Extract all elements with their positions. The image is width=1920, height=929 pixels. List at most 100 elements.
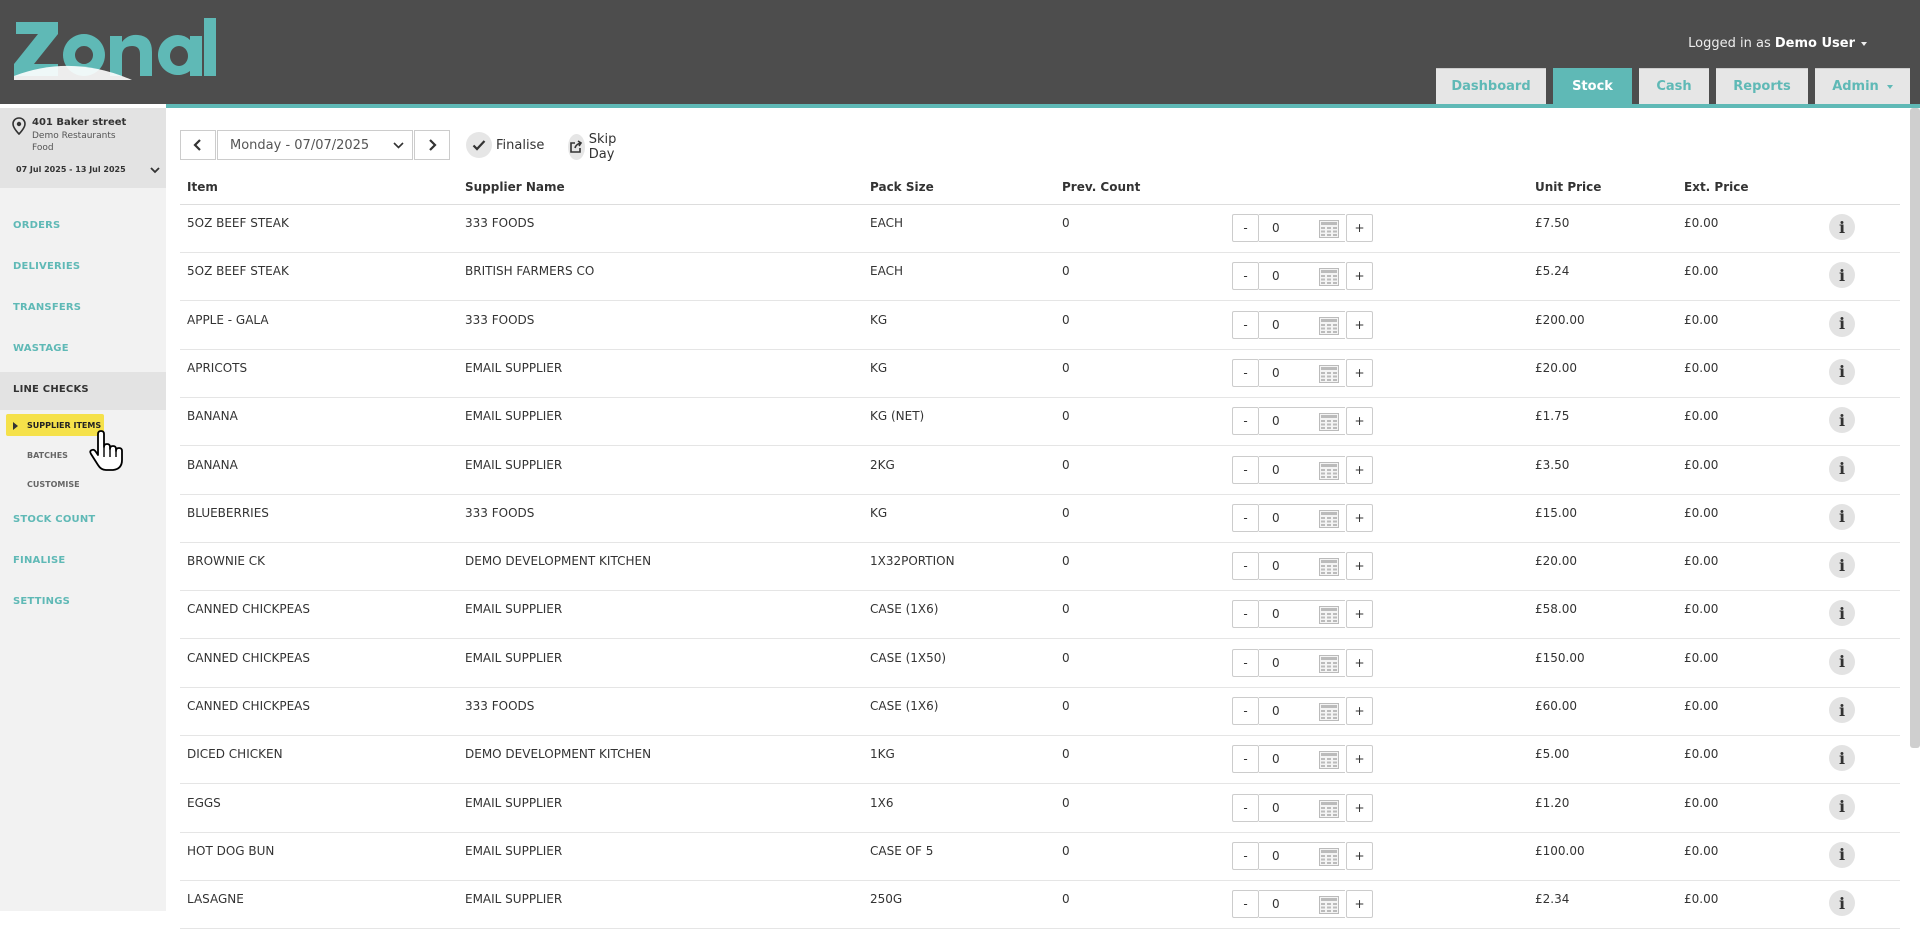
increment-button[interactable]: + (1346, 262, 1373, 291)
quantity-input[interactable]: 0 (1259, 697, 1345, 725)
decrement-button[interactable]: - (1232, 793, 1259, 822)
skip-day-button[interactable]: Skip Day (568, 132, 626, 162)
info-icon[interactable]: i (1829, 214, 1855, 240)
info-icon[interactable]: i (1829, 697, 1855, 723)
sidebar-item-stock-count[interactable]: STOCK COUNT (13, 514, 95, 525)
increment-button[interactable]: + (1346, 793, 1373, 822)
increment-button[interactable]: + (1346, 214, 1373, 242)
info-icon[interactable]: i (1829, 841, 1855, 868)
info-icon[interactable]: i (1829, 600, 1855, 627)
info-icon[interactable]: i (1829, 793, 1855, 820)
calculator-icon[interactable] (1319, 413, 1339, 432)
decrement-button[interactable]: - (1232, 648, 1259, 677)
quantity-input[interactable]: 0 (1259, 745, 1345, 774)
vertical-scrollbar[interactable] (1910, 108, 1920, 748)
sidebar-item-finalise[interactable]: FINALISE (13, 555, 65, 566)
increment-button[interactable]: + (1346, 503, 1373, 532)
calculator-icon[interactable] (1319, 461, 1339, 480)
tab-stock[interactable]: Stock (1553, 68, 1632, 104)
quantity-input[interactable]: 0 (1259, 310, 1345, 339)
info-icon[interactable]: i (1829, 358, 1855, 385)
increment-button[interactable]: + (1346, 407, 1373, 436)
calculator-icon[interactable] (1319, 606, 1339, 625)
decrement-button[interactable]: - (1232, 745, 1259, 774)
calculator-icon[interactable] (1319, 751, 1339, 770)
calculator-icon[interactable] (1319, 703, 1339, 721)
info-icon[interactable]: i (1829, 503, 1855, 530)
sidebar-item-line-checks[interactable]: LINE CHECKS (13, 384, 89, 395)
quantity-input[interactable]: 0 (1259, 455, 1345, 484)
column-header-unit-price[interactable]: Unit Price (1535, 180, 1601, 194)
quantity-input[interactable]: 0 (1259, 890, 1345, 919)
calculator-icon[interactable] (1319, 316, 1339, 335)
sidebar-item-transfers[interactable]: TRANSFERS (13, 302, 81, 313)
decrement-button[interactable]: - (1232, 310, 1259, 339)
tab-dashboard[interactable]: Dashboard (1436, 68, 1546, 104)
sidebar-item-orders[interactable]: ORDERS (13, 220, 60, 231)
quantity-input[interactable]: 0 (1259, 262, 1345, 291)
quantity-input[interactable]: 0 (1259, 648, 1345, 677)
quantity-input[interactable]: 0 (1259, 503, 1345, 532)
calculator-icon[interactable] (1319, 220, 1339, 238)
sidebar-subitem-batches[interactable]: BATCHES (27, 451, 68, 460)
info-icon[interactable]: i (1829, 890, 1855, 917)
sidebar-item-deliveries[interactable]: DELIVERIES (13, 261, 80, 272)
info-icon[interactable]: i (1829, 407, 1855, 434)
decrement-button[interactable]: - (1232, 600, 1259, 629)
decrement-button[interactable]: - (1232, 262, 1259, 291)
info-icon[interactable]: i (1829, 745, 1855, 772)
quantity-input[interactable]: 0 (1259, 358, 1345, 387)
calculator-icon[interactable] (1319, 509, 1339, 528)
sidebar-subitem-customise[interactable]: CUSTOMISE (27, 480, 80, 489)
tab-cash[interactable]: Cash (1639, 68, 1709, 104)
previous-day-button[interactable] (180, 130, 216, 160)
increment-button[interactable]: + (1346, 841, 1373, 870)
quantity-input[interactable]: 0 (1259, 841, 1345, 870)
decrement-button[interactable]: - (1232, 552, 1259, 581)
decrement-button[interactable]: - (1232, 503, 1259, 532)
increment-button[interactable]: + (1346, 890, 1373, 919)
quantity-input[interactable]: 0 (1259, 407, 1345, 436)
increment-button[interactable]: + (1346, 455, 1373, 484)
info-icon[interactable]: i (1829, 455, 1855, 482)
quantity-input[interactable]: 0 (1259, 793, 1345, 822)
column-header-ext-price[interactable]: Ext. Price (1684, 180, 1749, 194)
decrement-button[interactable]: - (1232, 407, 1259, 436)
calculator-icon[interactable] (1319, 268, 1339, 287)
increment-button[interactable]: + (1346, 600, 1373, 629)
sidebar-item-settings[interactable]: SETTINGS (13, 596, 70, 607)
finalise-button[interactable]: Finalise (466, 132, 544, 158)
info-icon[interactable]: i (1829, 552, 1855, 579)
logged-in-user[interactable]: Logged in as Demo User (1688, 36, 1867, 51)
increment-button[interactable]: + (1346, 358, 1373, 387)
decrement-button[interactable]: - (1232, 214, 1259, 242)
quantity-input[interactable]: 0 (1259, 552, 1345, 581)
tab-admin[interactable]: Admin (1815, 68, 1910, 104)
info-icon[interactable]: i (1829, 310, 1855, 337)
decrement-button[interactable]: - (1232, 358, 1259, 387)
calculator-icon[interactable] (1319, 896, 1339, 915)
tab-reports[interactable]: Reports (1716, 68, 1808, 104)
info-icon[interactable]: i (1829, 648, 1855, 675)
increment-button[interactable]: + (1346, 745, 1373, 774)
increment-button[interactable]: + (1346, 648, 1373, 677)
sidebar-item-wastage[interactable]: WASTAGE (13, 343, 69, 354)
decrement-button[interactable]: - (1232, 697, 1259, 725)
calculator-icon[interactable] (1319, 558, 1339, 577)
calculator-icon[interactable] (1319, 364, 1339, 383)
quantity-input[interactable]: 0 (1259, 214, 1345, 242)
decrement-button[interactable]: - (1232, 455, 1259, 484)
calculator-icon[interactable] (1319, 799, 1339, 818)
increment-button[interactable]: + (1346, 697, 1373, 725)
calculator-icon[interactable] (1319, 847, 1339, 866)
column-header-item[interactable]: Item (187, 180, 218, 194)
sidebar-subitem-supplier-items[interactable]: SUPPLIER ITEMS (27, 421, 101, 430)
date-select[interactable]: Monday - 07/07/2025 (217, 130, 413, 160)
decrement-button[interactable]: - (1232, 841, 1259, 870)
chevron-down-icon[interactable] (150, 166, 160, 174)
increment-button[interactable]: + (1346, 552, 1373, 581)
column-header-supplier[interactable]: Supplier Name (465, 180, 565, 194)
location-selector[interactable]: 401 Baker street Demo Restaurants Food 0… (0, 108, 166, 188)
column-header-prev-count[interactable]: Prev. Count (1062, 180, 1140, 194)
decrement-button[interactable]: - (1232, 890, 1259, 919)
